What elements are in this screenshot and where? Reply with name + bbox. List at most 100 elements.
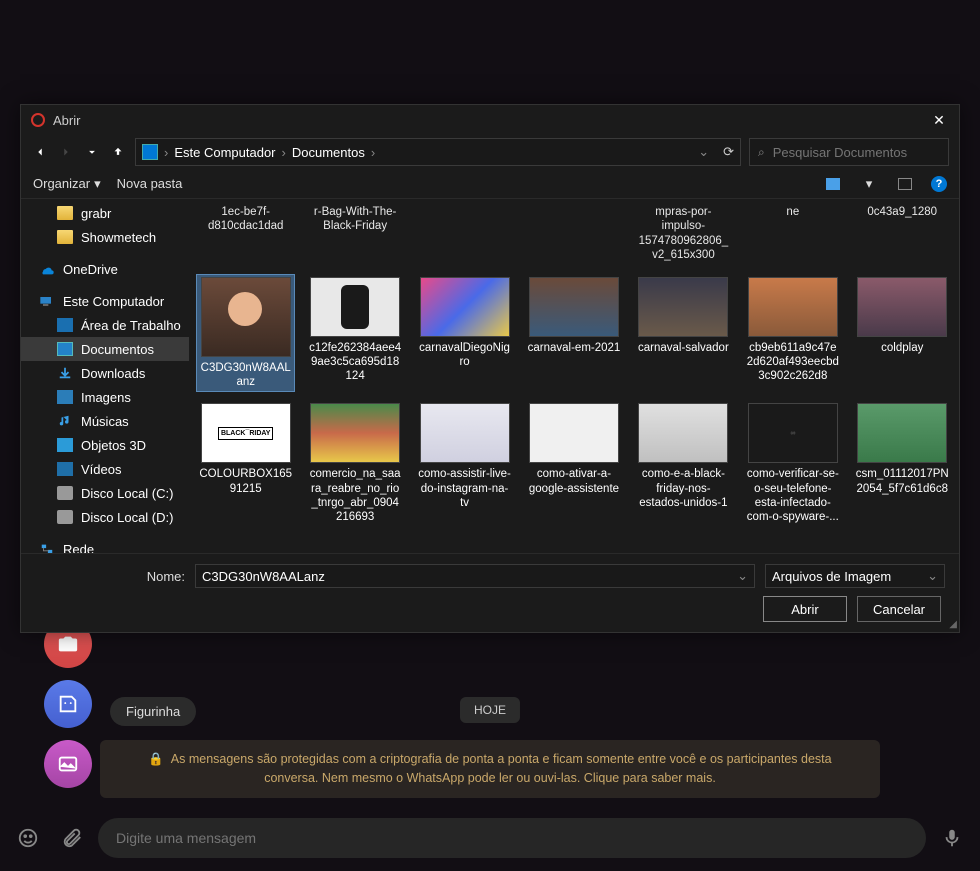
chevron-right-icon: ›	[282, 145, 286, 160]
emoji-button[interactable]	[10, 820, 46, 856]
sidebar-item-disco-d[interactable]: Disco Local (D:)	[21, 505, 189, 529]
thumbnail	[529, 277, 619, 337]
crumb-folder[interactable]: Documentos	[292, 145, 365, 160]
sidebar-item-objetos3d[interactable]: Objetos 3D	[21, 433, 189, 457]
onedrive-icon	[39, 262, 55, 276]
message-input-wrap[interactable]	[98, 818, 926, 858]
chevron-down-icon: ⌄	[927, 568, 938, 584]
documents-icon	[57, 342, 73, 356]
sidebar-item-este-computador[interactable]: Este Computador	[21, 289, 189, 313]
gallery-button[interactable]	[44, 740, 92, 788]
refresh-button[interactable]: ⟳	[723, 144, 734, 160]
file-item[interactable]: c12fe262384aee49ae3c5ca695d18124	[306, 275, 403, 392]
view-dropdown[interactable]: ▾	[859, 174, 879, 194]
file-item[interactable]: comercio_na_saara_reabre_no_rio_tnrgo_ab…	[306, 401, 403, 527]
file-item[interactable]: como-assistir-live-do-instagram-na-tv	[416, 401, 513, 527]
music-icon	[57, 414, 73, 428]
sidebar-item-imagens[interactable]: Imagens	[21, 385, 189, 409]
sidebar-item-downloads[interactable]: Downloads	[21, 361, 189, 385]
videos-icon	[57, 462, 73, 476]
sidebar-item-disco-c[interactable]: Disco Local (C:)	[21, 481, 189, 505]
search-box[interactable]: ⌕	[749, 138, 949, 166]
file-item[interactable]: COLOURBOX16591215	[197, 401, 294, 527]
mic-button[interactable]	[934, 820, 970, 856]
file-item[interactable]: carnaval-em-2021	[525, 275, 622, 392]
pc-icon	[142, 144, 158, 160]
folder-icon	[57, 230, 73, 244]
file-type-select[interactable]: Arquivos de Imagem ⌄	[765, 564, 945, 588]
message-input[interactable]	[116, 830, 908, 846]
downloads-icon	[57, 366, 73, 380]
file-item-selected[interactable]: C3DG30nW8AALanz	[197, 275, 294, 392]
help-button[interactable]: ?	[931, 176, 947, 192]
chevron-down-icon: ▾	[94, 176, 101, 192]
filename-input[interactable]	[202, 569, 737, 584]
thumbnail	[201, 277, 291, 357]
filename-combobox[interactable]: ⌄	[195, 564, 755, 588]
thumbnail	[420, 403, 510, 463]
file-item[interactable]: como-ativar-a-google-assistente	[525, 401, 622, 527]
attachment-menu	[44, 620, 92, 788]
crumb-root[interactable]: Este Computador	[174, 145, 275, 160]
file-item[interactable]: carnaval-salvador	[635, 275, 732, 392]
file-item[interactable]: ∞como-verificar-se-o-seu-telefone-esta-i…	[744, 401, 841, 527]
file-item[interactable]: r-Bag-With-The-Black-Friday	[306, 199, 403, 265]
thumbnail	[748, 277, 838, 337]
date-separator: HOJE	[460, 697, 520, 723]
file-item[interactable]: coldplay	[854, 275, 951, 392]
forward-button[interactable]	[57, 143, 75, 161]
breadcrumb-bar[interactable]: › Este Computador › Documentos › ⌄ ⟳	[135, 138, 741, 166]
dialog-title: Abrir	[53, 113, 929, 128]
organize-button[interactable]: Organizar ▾	[33, 176, 101, 192]
sidebar-item-videos[interactable]: Vídeos	[21, 457, 189, 481]
opera-icon	[31, 113, 45, 127]
thumbnail: ∞	[748, 403, 838, 463]
new-folder-button[interactable]: Nova pasta	[117, 176, 183, 191]
name-label: Nome:	[35, 569, 185, 584]
view-button[interactable]	[823, 174, 843, 194]
sidebar-item-onedrive[interactable]: OneDrive	[21, 257, 189, 281]
sidebar-item-grabr[interactable]: grabr	[21, 201, 189, 225]
close-button[interactable]: ✕	[929, 112, 949, 129]
titlebar: Abrir ✕	[21, 105, 959, 135]
thumbnail	[310, 277, 400, 337]
file-item[interactable]: ne	[744, 199, 841, 265]
objects3d-icon	[57, 438, 73, 452]
file-item[interactable]: mpras-por-impulso-1574780962806_v2_615x3…	[635, 199, 732, 265]
sidebar-item-rede[interactable]: Rede	[21, 537, 189, 553]
dialog-footer: Nome: ⌄ Arquivos de Imagem ⌄ Abrir Cance…	[21, 553, 959, 632]
sidebar-item-desktop[interactable]: Área de Trabalho	[21, 313, 189, 337]
breadcrumb-dropdown[interactable]: ⌄	[698, 144, 709, 160]
toolbar: Organizar ▾ Nova pasta ▾ ?	[21, 169, 959, 199]
file-open-dialog: Abrir ✕ › Este Computador › Documentos ›…	[20, 104, 960, 633]
sidebar-item-showmetech[interactable]: Showmetech	[21, 225, 189, 249]
sticker-button[interactable]	[44, 680, 92, 728]
network-icon	[39, 542, 55, 553]
file-item[interactable]: 1ec-be7f-d810cdac1dad	[197, 199, 294, 265]
sidebar-item-musicas[interactable]: Músicas	[21, 409, 189, 433]
encryption-notice[interactable]: 🔒 As mensagens são protegidas com a crip…	[100, 740, 880, 798]
cancel-button[interactable]: Cancelar	[857, 596, 941, 622]
sticker-label-pill[interactable]: Figurinha	[110, 697, 196, 726]
sidebar: grabr Showmetech OneDrive Este Computado…	[21, 199, 189, 553]
file-item[interactable]: csm_01112017PN2054_5f7c61d6c8	[854, 401, 951, 527]
preview-pane-button[interactable]	[895, 174, 915, 194]
search-icon: ⌕	[758, 145, 765, 160]
back-button[interactable]	[31, 143, 49, 161]
chevron-down-icon[interactable]: ⌄	[737, 568, 748, 584]
resize-grip[interactable]: ◢	[949, 619, 957, 630]
attach-button[interactable]	[54, 820, 90, 856]
nav-row: › Este Computador › Documentos › ⌄ ⟳ ⌕	[21, 135, 959, 169]
file-item[interactable]: carnavalDiegoNigro	[416, 275, 513, 392]
recent-dropdown[interactable]	[83, 143, 101, 161]
file-item[interactable]: como-e-a-black-friday-nos-estados-unidos…	[635, 401, 732, 527]
file-item[interactable]: cb9eb611a9c47e2d620af493eecbd3c902c262d8	[744, 275, 841, 392]
search-input[interactable]	[773, 145, 940, 160]
chevron-right-icon: ›	[371, 145, 375, 160]
sidebar-item-documentos[interactable]: Documentos	[21, 337, 189, 361]
thumbnail	[420, 277, 510, 337]
open-button[interactable]: Abrir	[763, 596, 847, 622]
thumbnail	[310, 403, 400, 463]
file-item[interactable]: 0c43a9_1280	[854, 199, 951, 265]
up-button[interactable]	[109, 143, 127, 161]
